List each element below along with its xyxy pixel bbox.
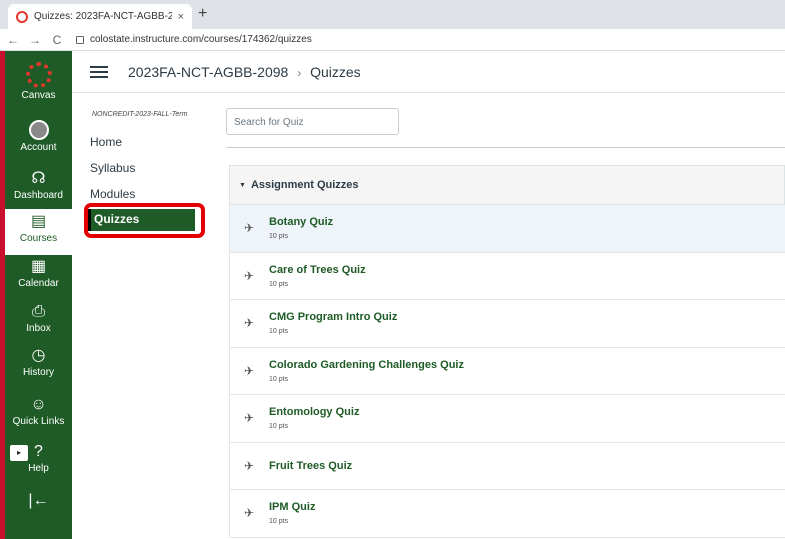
breadcrumb-separator: › (297, 65, 302, 80)
quiz-title[interactable]: Care of Trees Quiz (269, 264, 366, 276)
dashboard-icon: ☊ (31, 170, 46, 187)
breadcrumb-course[interactable]: 2023FA-NCT-AGBB-2098 (128, 64, 288, 80)
quiz-rocket-icon: ✈ (244, 316, 255, 330)
collapse-nav-button[interactable]: |← (5, 492, 72, 512)
quiz-title[interactable]: Botany Quiz (269, 216, 333, 228)
close-tab-icon[interactable]: × (178, 11, 184, 23)
global-nav-label: Canvas (21, 90, 56, 101)
quizzes-highlight-box (84, 203, 205, 238)
global-nav-label: Courses (19, 233, 58, 244)
quiz-points: 10 pts (269, 423, 289, 430)
quiz-row[interactable]: ✈ Colorado Gardening Challenges Quiz 10 … (229, 347, 785, 395)
url-field[interactable]: colostate.instructure.com/courses/174362… (76, 34, 312, 45)
quiz-points: 10 pts (269, 375, 289, 383)
global-nav-label: History (22, 367, 55, 378)
page-header: 2023FA-NCT-AGBB-2098 › Quizzes (72, 51, 785, 93)
quiz-points: 10 pts (269, 280, 289, 288)
avatar (28, 120, 49, 140)
quiz-rocket-icon: ✈ (244, 458, 255, 473)
collapse-arrow-icon: |← (28, 492, 49, 509)
quiz-row[interactable]: ✈ IPM Quiz 10 pts (229, 490, 785, 538)
ram-logo-icon: ☺ (30, 396, 47, 413)
canvas-favicon-icon (16, 10, 28, 23)
tab-title: Quizzes: 2023FA-NCT-AGBB-209 (34, 11, 172, 22)
global-nav-history[interactable]: ◷ History (5, 347, 72, 378)
search-input[interactable]: Search for Quiz (226, 108, 399, 135)
course-nav-home[interactable]: Home (90, 135, 122, 149)
history-icon: ◷ (31, 347, 46, 364)
quiz-title[interactable]: Entomology Quiz (269, 406, 359, 418)
divider (226, 147, 785, 148)
canvas-logo-icon (25, 62, 52, 88)
expand-nav-button[interactable]: ▸ (10, 445, 28, 461)
quiz-rocket-icon: ✈ (244, 268, 255, 283)
global-nav-account[interactable]: Account (5, 120, 72, 153)
inbox-icon: ⎙ (32, 303, 45, 320)
quiz-group: ▼ Assignment Quizzes ✈ Botany Quiz 10 pt… (229, 165, 785, 538)
group-title: Assignment Quizzes (250, 179, 359, 191)
quiz-rocket-icon: ✈ (244, 221, 255, 235)
quiz-title[interactable]: IPM Quiz (269, 501, 315, 513)
course-nav-syllabus[interactable]: Syllabus (90, 161, 135, 175)
term-label: NONCREDIT-2023-FALL-Term (92, 111, 188, 118)
breadcrumb: 2023FA-NCT-AGBB-2098 › Quizzes (128, 64, 361, 80)
new-tab-button[interactable]: + (198, 5, 207, 23)
global-nav-label: Account (20, 142, 57, 153)
group-header[interactable]: ▼ Assignment Quizzes (229, 165, 785, 205)
quiz-row[interactable]: ✈ CMG Program Intro Quiz 10 pts (229, 300, 785, 348)
quiz-row[interactable]: ✈ Care of Trees Quiz 10 pts (229, 252, 785, 300)
global-nav-inbox[interactable]: ⎙ Inbox (5, 303, 72, 334)
hamburger-menu-icon[interactable] (90, 63, 108, 81)
browser-tab-bar: Quizzes: 2023FA-NCT-AGBB-209 × + (0, 0, 785, 29)
quiz-rocket-icon: ✈ (244, 411, 255, 425)
lock-icon (76, 35, 84, 44)
courses-icon: ▤ (30, 213, 47, 230)
quiz-title[interactable]: Fruit Trees Quiz (269, 460, 352, 472)
quiz-row[interactable]: ✈ Entomology Quiz 10 pts (229, 395, 785, 443)
global-nav-courses[interactable]: ▤ Courses (5, 209, 72, 255)
quiz-points: 10 pts (269, 233, 289, 240)
global-nav-label: Calendar (18, 278, 59, 289)
url-text: colostate.instructure.com/courses/174362… (90, 34, 312, 45)
caret-down-icon: ▼ (239, 181, 246, 189)
back-arrow-icon[interactable]: ← (4, 33, 22, 47)
global-nav-canvas[interactable]: Canvas (5, 62, 72, 101)
quiz-row[interactable]: ✈ Fruit Trees Quiz (229, 442, 785, 490)
quiz-rocket-icon: ✈ (244, 363, 255, 378)
course-nav-modules[interactable]: Modules (90, 187, 135, 201)
address-bar: ← → C colostate.instructure.com/courses/… (0, 29, 785, 51)
quiz-row[interactable]: ✈ Botany Quiz 10 pts (229, 205, 785, 253)
browser-tab[interactable]: Quizzes: 2023FA-NCT-AGBB-209 × (8, 4, 192, 29)
quiz-title[interactable]: CMG Program Intro Quiz (269, 311, 397, 323)
calendar-icon: ▦ (30, 258, 47, 275)
global-nav-quick-links[interactable]: ☺ Quick Links (5, 396, 72, 427)
quiz-rocket-icon: ✈ (244, 506, 255, 520)
quiz-points: 10 pts (269, 328, 289, 335)
quiz-points: 10 pts (269, 518, 289, 525)
global-nav-label: Inbox (26, 323, 51, 334)
reload-icon[interactable]: C (48, 33, 66, 47)
global-nav-dashboard[interactable]: ☊ Dashboard (5, 170, 72, 201)
global-nav-label: Dashboard (14, 190, 63, 201)
forward-arrow-icon[interactable]: → (26, 33, 44, 47)
global-nav-calendar[interactable]: ▦ Calendar (5, 258, 72, 289)
quiz-title[interactable]: Colorado Gardening Challenges Quiz (269, 359, 464, 371)
global-nav-label: Quick Links (12, 416, 65, 427)
breadcrumb-page[interactable]: Quizzes (310, 64, 361, 80)
global-nav-label: Help (28, 463, 49, 474)
